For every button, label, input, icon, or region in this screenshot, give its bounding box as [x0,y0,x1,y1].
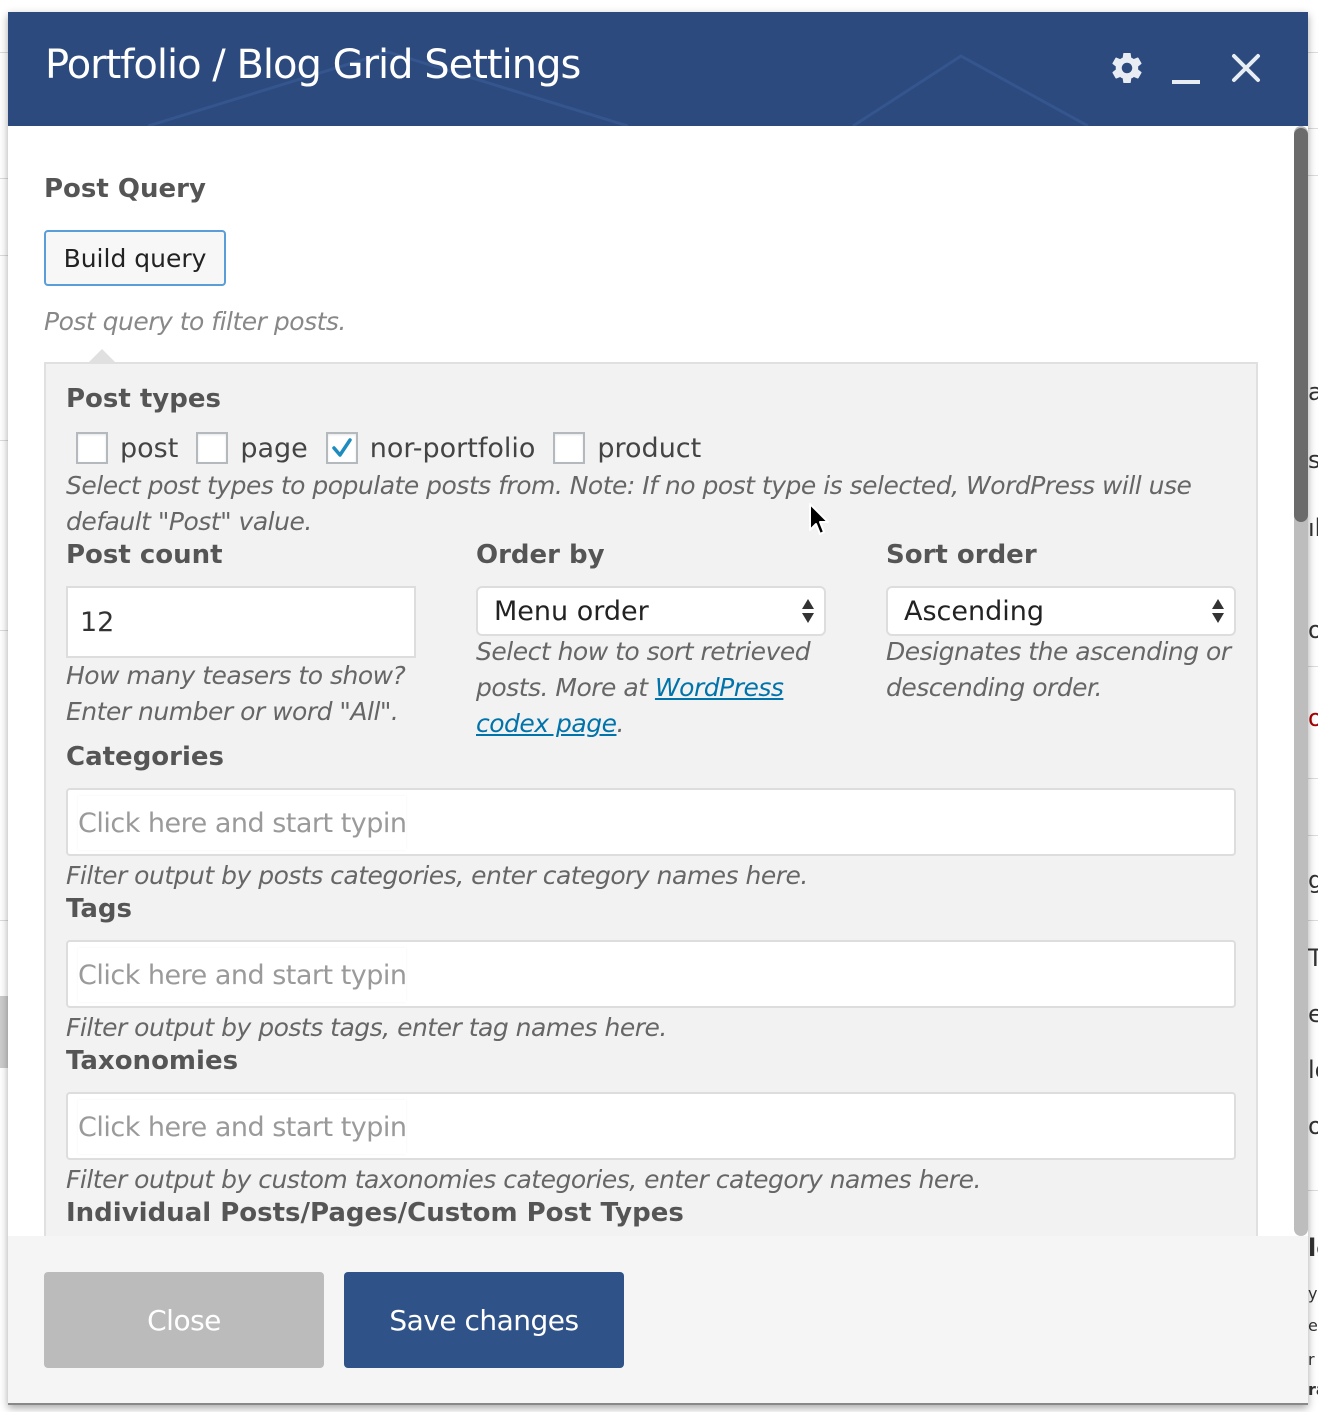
modal-footer: Close Save changes [8,1236,1308,1405]
order-by-help: Select how to sort retrieved posts. More… [476,634,811,742]
bg-text: e [1308,1000,1318,1028]
categories-label: Categories [66,742,225,772]
help-line: Select how to sort retrieved [476,637,811,666]
sort-order-label: Sort order [886,540,1037,570]
bg-divider [0,630,8,631]
order-by-label: Order by [476,540,605,570]
help-line: How many teasers to show? [66,661,406,690]
order-by-value: Menu order [494,595,649,627]
post-query-help: Post query to filter posts. [44,307,346,336]
post-query-label: Post Query [44,174,206,204]
help-line: posts. More at [476,673,655,702]
bg-divider [0,920,8,921]
checkmark-icon [332,438,352,457]
taxonomies-input[interactable]: Click here and start typing... [66,1092,1236,1160]
categories-placeholder: Click here and start typing... [78,796,406,850]
modal-header[interactable]: Portfolio / Blog Grid Settings [8,12,1308,126]
save-changes-button[interactable]: Save changes [344,1272,624,1368]
categories-input[interactable]: Click here and start typing... [66,788,1236,856]
sort-order-select[interactable]: Ascending [886,586,1236,636]
modal-title: Portfolio / Blog Grid Settings [45,42,581,88]
build-query-button[interactable]: Build query [44,230,226,286]
scrollbar-thumb[interactable] [1294,128,1308,522]
bg-text: le [1308,1234,1318,1262]
bg-text: os [1308,616,1318,644]
taxonomies-placeholder: Click here and start typing... [78,1100,406,1154]
gear-icon[interactable] [1107,48,1147,88]
bg-text: lo [1308,1056,1318,1084]
tags-help: Filter output by posts tags, enter tag n… [66,1013,667,1042]
close-icon[interactable] [1226,48,1266,88]
bg-text: si [1308,446,1318,474]
mouse-cursor-icon [809,503,829,535]
post-count-input[interactable]: 12 [66,586,416,658]
bg-text: o [1308,1112,1318,1140]
taxonomies-label: Taxonomies [66,1046,239,1076]
query-builder-panel: Post types post page nor-portfolio produ… [44,362,1258,1236]
sort-order-value: Ascending [904,595,1044,627]
post-type-checkbox-post[interactable] [76,432,108,464]
select-arrows-icon [802,599,814,623]
close-button[interactable]: Close [44,1272,324,1368]
post-type-checkbox-product[interactable] [553,432,586,464]
individual-posts-label: Individual Posts/Pages/Custom Post Types [66,1198,684,1228]
bg-text: y [1308,1284,1318,1303]
bg-text: ıb [1308,514,1318,542]
help-line: Enter number or word "All". [66,697,399,726]
bg-divider [0,255,8,256]
grid-settings-modal: Portfolio / Blog Grid Settings Post Quer… [8,12,1308,1405]
bg-divider [0,440,8,441]
post-types-help: Select post types to populate posts from… [66,471,1192,536]
modal-body[interactable]: Post Query Build query Post query to fil… [8,126,1308,1236]
minimize-icon[interactable] [1166,48,1206,88]
categories-help: Filter output by posts categories, enter… [66,861,808,890]
bg-text: T [1308,944,1318,972]
wordpress-codex-link[interactable]: codex page [476,709,617,738]
bg-block [0,996,8,1068]
background-right-strip: a si ıb os o g T e lo o le y e r ra [1308,0,1318,1412]
post-type-checkbox-nor-portfolio[interactable] [325,432,358,464]
post-types-label: Post types [66,384,221,414]
taxonomies-help: Filter output by custom taxonomies categ… [66,1165,981,1194]
bg-text: e [1308,1316,1318,1335]
query-panel-pointer [88,349,116,363]
post-type-label: page [240,432,308,464]
select-arrows-icon [1212,599,1224,623]
sort-order-help: Designates the ascending or descending o… [886,634,1231,706]
tags-label: Tags [66,894,133,924]
post-count-label: Post count [66,540,223,570]
bg-text: a [1308,378,1318,406]
bg-divider [0,178,8,179]
bg-text: o [1308,704,1318,732]
post-type-checkbox-page[interactable] [196,432,229,464]
help-line: descending order. [886,673,1102,702]
post-count-help: How many teasers to show? Enter number o… [66,658,406,730]
post-count-value: 12 [80,606,115,638]
wordpress-codex-link[interactable]: WordPress [655,673,784,702]
bg-text: ra [1308,1380,1318,1399]
tags-input[interactable]: Click here and start typing... [66,940,1236,1008]
help-line: . [616,709,624,738]
post-type-label: nor-portfolio [369,432,536,464]
bg-text: r [1308,1350,1315,1369]
post-type-label: product [597,432,702,464]
help-line: Designates the ascending or [886,637,1231,666]
bg-text: g [1308,866,1318,894]
post-types-checkboxes: post page nor-portfolio product [76,432,719,464]
tags-placeholder: Click here and start typing... [78,948,406,1002]
order-by-select[interactable]: Menu order [476,586,826,636]
post-type-label: post [120,432,179,464]
